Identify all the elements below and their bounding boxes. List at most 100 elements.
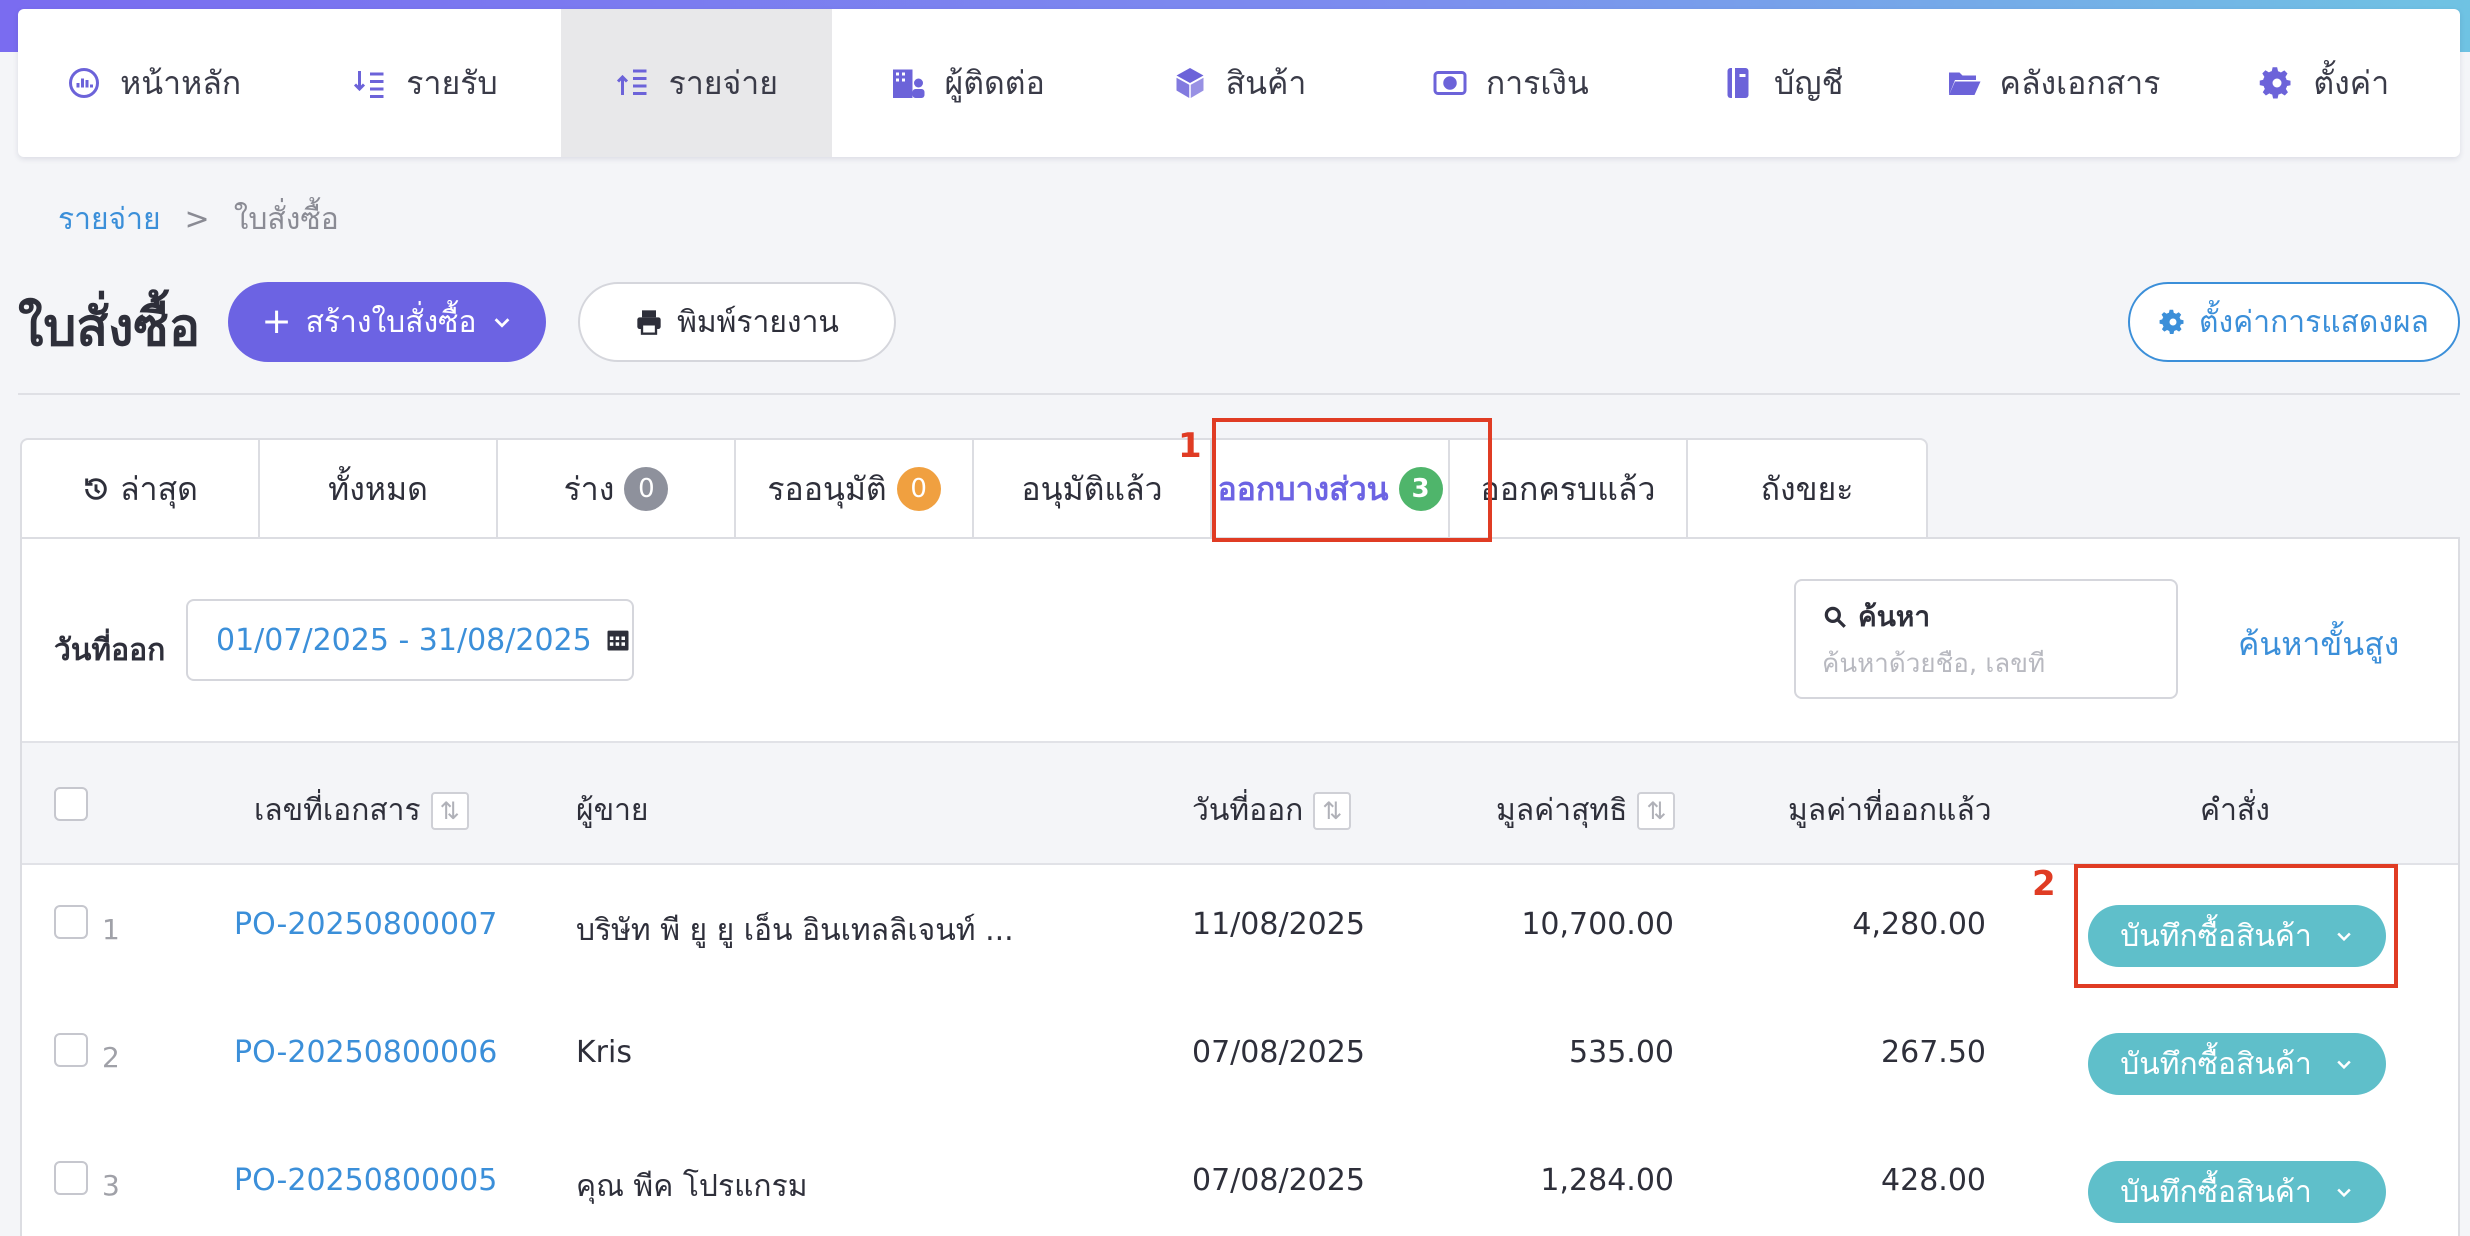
tab-all[interactable]: ทั้งหมด (260, 440, 498, 538)
header-label: มูลค่าที่ออกแล้ว (1788, 793, 1992, 828)
header-divider (18, 393, 2460, 395)
sort-icon[interactable]: ⇅ (430, 791, 469, 830)
date-range-picker[interactable]: 01/07/2025 - 31/08/2025 (186, 599, 634, 681)
row-number: 1 (102, 913, 120, 946)
table-row[interactable]: 3 PO-20250800005 คุณ พีค โปรแกรม 07/08/2… (22, 1125, 2458, 1236)
search-box: ค้นหา (1794, 579, 2178, 699)
highlight-number-1: 1 (1178, 426, 1202, 466)
calendar-icon (604, 626, 632, 654)
gear-icon (2159, 308, 2187, 336)
breadcrumb-separator: > (184, 202, 210, 237)
net-value: 10,700.00 (1521, 907, 1674, 942)
sort-icon[interactable]: ⇅ (1313, 791, 1352, 830)
header-doc-no[interactable]: เลขที่เอกสาร ⇅ (254, 787, 469, 834)
tab-label: รออนุมัติ (767, 469, 887, 508)
tab-label: อนุมัติแล้ว (1021, 469, 1163, 508)
nav-item-label: รายรับ (406, 63, 498, 102)
nav-item-settings[interactable]: ตั้งค่า (2189, 9, 2460, 157)
row-checkbox[interactable] (54, 1033, 88, 1067)
dashboard-icon (66, 65, 102, 101)
row-checkbox[interactable] (54, 905, 88, 939)
tab-recent[interactable]: ล่าสุด (22, 440, 260, 538)
date-filter-label: วันที่ออก (54, 633, 166, 668)
date-range-value: 01/07/2025 - 31/08/2025 (216, 622, 592, 658)
table-header: เลขที่เอกสาร ⇅ ผู้ขาย วันที่ออก ⇅ มูลค่า… (22, 741, 2458, 865)
chevron-down-icon (2334, 1054, 2354, 1074)
nav-item-expense[interactable]: รายจ่าย (560, 9, 832, 157)
display-settings-label: ตั้งค่าการแสดงผล (2199, 304, 2429, 340)
nav-item-home[interactable]: หน้าหลัก (18, 9, 289, 157)
count-badge: 0 (624, 467, 669, 511)
nav-item-label: ผู้ติดต่อ (944, 63, 1045, 102)
net-value: 535.00 (1569, 1035, 1674, 1070)
print-report-button[interactable]: พิมพ์รายงาน (578, 282, 896, 362)
table-row[interactable]: 2 PO-20250800006 Kris 07/08/2025 535.00 … (22, 997, 2458, 1125)
nav-item-finance[interactable]: การเงิน (1375, 9, 1646, 157)
row-checkbox[interactable] (54, 1161, 88, 1195)
sort-icon[interactable]: ⇅ (1637, 791, 1676, 830)
folder-icon (1946, 65, 1982, 101)
issued-value: 267.50 (1881, 1035, 1986, 1070)
nav-item-contacts[interactable]: ผู้ติดต่อ (832, 9, 1103, 157)
nav-item-income[interactable]: รายรับ (289, 9, 560, 157)
issue-date: 11/08/2025 (1192, 907, 1365, 942)
create-button-label: สร้างใบสั่งซื้อ (305, 304, 477, 340)
print-button-label: พิมพ์รายงาน (677, 304, 839, 340)
tab-label: ถังขยะ (1760, 469, 1854, 508)
status-tabs: ล่าสุด ทั้งหมด ร่าง 0 รออนุมัติ 0 อนุมัต… (20, 438, 1928, 538)
header-label: มูลค่าสุทธิ (1496, 793, 1628, 828)
chevron-down-icon (2334, 1182, 2354, 1202)
tab-pending[interactable]: รออนุมัติ 0 (736, 440, 974, 538)
nav-item-documents[interactable]: คลังเอกสาร (1917, 9, 2188, 157)
tab-draft[interactable]: ร่าง 0 (498, 440, 736, 538)
doc-number-link[interactable]: PO-20250800006 (234, 1035, 497, 1070)
search-title: ค้นหา (1822, 595, 2150, 639)
box-icon (1172, 65, 1208, 101)
issued-value: 428.00 (1881, 1163, 1986, 1198)
doc-number-link[interactable]: PO-20250800005 (234, 1163, 497, 1198)
header-date[interactable]: วันที่ออก ⇅ (1192, 787, 1352, 834)
create-purchase-order-button[interactable]: + สร้างใบสั่งซื้อ (228, 282, 546, 362)
highlight-box-action-button (2074, 864, 2398, 988)
tab-label: ร่าง (563, 469, 615, 508)
search-icon (1822, 604, 1848, 630)
advanced-search-link[interactable]: ค้นหาขั้นสูง (2238, 619, 2399, 670)
main-nav: หน้าหลัก รายรับ รายจ่าย ผู้ติดต่อ สินค้า… (18, 9, 2460, 157)
nav-item-products[interactable]: สินค้า (1103, 9, 1374, 157)
display-settings-button[interactable]: ตั้งค่าการแสดงผล (2128, 282, 2460, 362)
nav-item-label: คลังเอกสาร (1999, 63, 2161, 102)
header-net-value[interactable]: มูลค่าสุทธิ ⇅ (1496, 787, 1676, 834)
search-title-label: ค้นหา (1858, 600, 1931, 633)
nav-item-accounting[interactable]: บัญชี (1646, 9, 1917, 157)
header-issued-value: มูลค่าที่ออกแล้ว (1788, 787, 1992, 834)
count-badge: 0 (896, 467, 941, 511)
book-icon (1720, 65, 1756, 101)
nav-item-label: การเงิน (1485, 63, 1589, 102)
row-number: 3 (102, 1169, 120, 1202)
tab-approved[interactable]: อนุมัติแล้ว (974, 440, 1212, 538)
expense-icon (615, 65, 651, 101)
vendor-name: Kris (576, 1035, 632, 1070)
tab-label: ออกครบแล้ว (1480, 469, 1656, 508)
history-icon (82, 475, 110, 503)
search-input[interactable] (1822, 649, 2150, 679)
highlight-number-2: 2 (2032, 864, 2056, 904)
vendor-name: คุณ พีค โปรแกรม (576, 1169, 808, 1204)
tab-label: ทั้งหมด (328, 469, 428, 508)
select-all-checkbox[interactable] (54, 787, 88, 821)
income-icon (352, 65, 388, 101)
header-label: คำสั่ง (2200, 793, 2270, 828)
vendor-name: บริษัท พี ยู ยู เอ็น อินเทลลิเจนท์ ... (576, 913, 1014, 948)
tab-trash[interactable]: ถังขยะ (1688, 440, 1926, 538)
issue-date: 07/08/2025 (1192, 1163, 1365, 1198)
issue-date: 07/08/2025 (1192, 1035, 1365, 1070)
money-icon (1432, 65, 1468, 101)
issued-value: 4,280.00 (1852, 907, 1986, 942)
gear-icon (2259, 65, 2295, 101)
record-purchase-button[interactable]: บันทึกซื้อสินค้า (2088, 1161, 2386, 1223)
breadcrumb-current: ใบสั่งซื้อ (233, 202, 339, 237)
doc-number-link[interactable]: PO-20250800007 (234, 907, 497, 942)
breadcrumb-parent-link[interactable]: รายจ่าย (58, 196, 161, 243)
net-value: 1,284.00 (1540, 1163, 1674, 1198)
record-purchase-button[interactable]: บันทึกซื้อสินค้า (2088, 1033, 2386, 1095)
